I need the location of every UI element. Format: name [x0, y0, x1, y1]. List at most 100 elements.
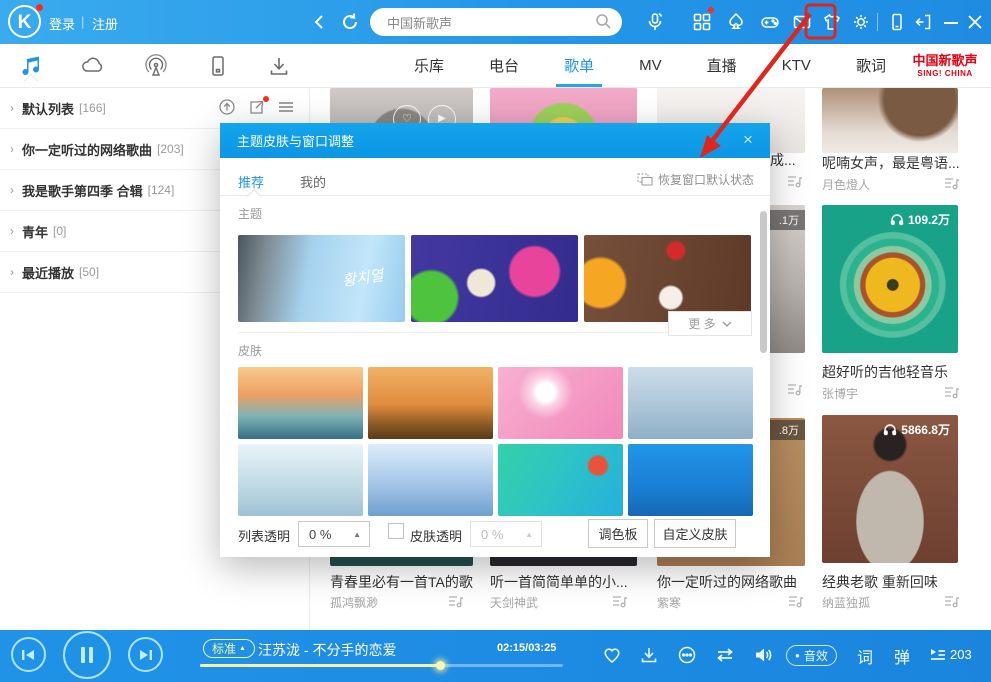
skin-thumbnail[interactable] — [238, 444, 363, 516]
apps-grid-icon[interactable] — [690, 10, 714, 34]
danmu-toggle[interactable]: 弹 — [894, 644, 910, 668]
skin-thumbnail[interactable] — [498, 444, 623, 516]
radio-icon[interactable] — [142, 53, 170, 79]
dialog-close-icon[interactable]: × — [738, 130, 758, 150]
tab-ktv[interactable]: KTV — [778, 47, 815, 84]
card-image[interactable] — [822, 88, 958, 153]
play-mode-icon[interactable] — [713, 643, 737, 667]
dialog-scrollbar[interactable] — [760, 211, 767, 353]
menu-hamburger-icon[interactable] — [277, 99, 295, 115]
sort-up-icon[interactable] — [218, 98, 236, 116]
mail-icon[interactable] — [790, 10, 814, 34]
progress-track[interactable] — [200, 664, 563, 667]
card-artist[interactable]: 月色燈人 — [822, 176, 932, 193]
device-icon[interactable] — [205, 53, 231, 79]
lyrics-toggle[interactable]: 词 — [857, 644, 873, 668]
card-image[interactable]: 109.2万 — [822, 205, 958, 353]
now-playing-title[interactable]: 汪苏泷 - 不分手的恋爱 — [258, 640, 396, 660]
download-song-icon[interactable] — [637, 643, 661, 667]
card-artist[interactable]: 孤鸿飘渺 — [330, 594, 440, 611]
card-title[interactable]: 经典老歌 重新回味 — [822, 572, 975, 592]
tab-lyrics[interactable]: 歌词 — [852, 45, 890, 86]
playlist-note-icon[interactable] — [944, 385, 960, 399]
spinner-up-icon[interactable]: ▲ — [353, 530, 361, 539]
tab-music-library[interactable]: 乐库 — [410, 45, 448, 86]
skin-opacity-spinner[interactable]: 0 % ▲ — [470, 521, 542, 547]
back-icon[interactable] — [308, 10, 332, 34]
theme-thumbnail[interactable] — [584, 235, 751, 322]
card-artist[interactable]: 紫寒 — [657, 594, 767, 611]
previous-track-button[interactable] — [11, 637, 46, 672]
playlist-note-icon[interactable] — [944, 176, 960, 190]
search-input[interactable] — [385, 8, 589, 36]
dialog-header[interactable]: 主题皮肤与窗口调整 × — [220, 123, 770, 158]
game-controller-icon[interactable] — [758, 10, 782, 34]
spade-live-icon[interactable] — [724, 10, 748, 34]
skin-thumbnail[interactable] — [238, 367, 363, 439]
palette-button[interactable]: 调色板 — [588, 519, 648, 548]
sound-effect-button[interactable]: ● 音效 — [786, 645, 837, 666]
song-identify-icon[interactable] — [643, 10, 667, 34]
skin-thumbnail[interactable] — [368, 444, 493, 516]
share-export-icon[interactable] — [248, 99, 265, 116]
close-icon[interactable] — [963, 10, 987, 34]
skin-thumbnail[interactable] — [368, 367, 493, 439]
minimize-icon[interactable] — [939, 10, 963, 34]
custom-skin-button[interactable]: 自定义皮肤 — [654, 519, 736, 548]
card-artist[interactable]: 纳蓝独孤 — [822, 594, 932, 611]
expand-chevron-icon[interactable]: › — [10, 142, 14, 156]
playlist-note-icon[interactable] — [788, 594, 804, 608]
expand-chevron-icon[interactable]: › — [10, 183, 14, 197]
phone-transfer-icon[interactable] — [885, 10, 909, 34]
cloud-music-icon[interactable] — [79, 53, 107, 79]
settings-gear-icon[interactable] — [849, 10, 873, 34]
card-image[interactable]: 5866.8万 — [822, 415, 958, 563]
card-title-fragment[interactable]: 成... — [770, 150, 805, 170]
download-manager-icon[interactable] — [266, 53, 292, 79]
playlist-note-icon[interactable] — [944, 594, 960, 608]
volume-icon[interactable] — [751, 643, 775, 667]
card-title[interactable]: 听一首简简单单的小... — [490, 572, 640, 592]
card-artist[interactable]: 天剑神武 — [490, 594, 600, 611]
pause-button[interactable] — [63, 631, 111, 679]
search-icon[interactable] — [595, 13, 612, 30]
skin-thumbnail[interactable] — [628, 367, 753, 439]
local-music-icon[interactable] — [18, 53, 44, 79]
comment-more-icon[interactable] — [675, 643, 699, 667]
tab-playlists[interactable]: 歌单 — [560, 45, 598, 86]
playlist-note-icon[interactable] — [787, 382, 803, 396]
login-link[interactable]: 登录 — [49, 14, 75, 33]
register-link[interactable]: 注册 — [92, 14, 118, 33]
quality-selector[interactable]: 标准 ▲ — [203, 639, 255, 658]
card-title[interactable]: 呢喃女声，最是粤语... — [822, 153, 975, 173]
playlist-note-icon[interactable] — [787, 174, 803, 188]
theme-thumbnail[interactable]: 황치열 — [238, 235, 405, 322]
tab-mv[interactable]: MV — [635, 47, 666, 84]
tab-live[interactable]: 直播 — [703, 45, 741, 86]
card-title[interactable]: 你一定听过的网络歌曲 — [657, 572, 807, 592]
skin-thumbnail[interactable] — [628, 444, 753, 516]
skin-shirt-icon[interactable] — [820, 10, 844, 34]
card-title[interactable]: 青春里必有一首TA的歌 — [330, 572, 475, 592]
tab-radio[interactable]: 电台 — [485, 45, 523, 86]
expand-chevron-icon[interactable]: › — [10, 101, 14, 115]
restore-window-button[interactable]: 恢复窗口默认状态 — [637, 171, 754, 188]
next-track-button[interactable] — [128, 637, 163, 672]
card-title[interactable]: 超好听的吉他轻音乐 — [822, 362, 975, 382]
skin-thumbnail[interactable] — [498, 367, 623, 439]
list-opacity-spinner[interactable]: 0 % ▲ — [298, 521, 370, 547]
expand-chevron-icon[interactable]: › — [10, 224, 14, 238]
card-artist[interactable]: 张博宇 — [822, 385, 932, 402]
playlist-note-icon[interactable] — [612, 594, 628, 608]
skin-opacity-checkbox[interactable] — [388, 523, 404, 539]
play-queue-icon[interactable] — [926, 643, 950, 667]
dialog-tab-recommend[interactable]: 推荐 — [238, 172, 264, 191]
more-themes-button[interactable]: 更 多 — [668, 311, 752, 336]
progress-handle[interactable] — [436, 661, 445, 670]
theme-thumbnail[interactable] — [411, 235, 578, 322]
playlist-note-icon[interactable] — [448, 594, 464, 608]
mini-mode-icon[interactable] — [912, 10, 936, 34]
refresh-icon[interactable] — [338, 10, 362, 34]
search-box[interactable] — [370, 8, 622, 36]
expand-chevron-icon[interactable]: › — [10, 265, 14, 279]
